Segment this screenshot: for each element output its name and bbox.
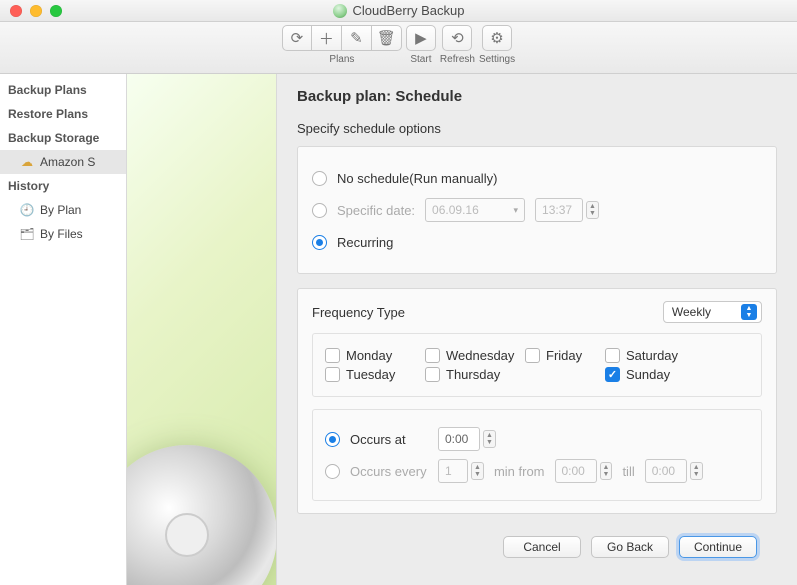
option-label: Specific date: — [337, 203, 415, 218]
checkbox-icon[interactable] — [425, 348, 440, 363]
toolbar-plans-label: Plans — [329, 54, 354, 65]
occurs-at-label: Occurs at — [350, 432, 428, 447]
option-specific-date[interactable]: Specific date: 06.09.16 ▾ 13:37 ▲▼ — [312, 197, 762, 223]
sidebar-item-by-files[interactable]: 🗂 By Files — [0, 222, 126, 246]
window-title-text: CloudBerry Backup — [353, 3, 465, 18]
occurs-every-value-input[interactable]: 1 — [438, 459, 468, 483]
option-occurs-at[interactable]: Occurs at 0:00 ▲▼ — [325, 426, 749, 452]
stepper-icon[interactable]: ▲▼ — [600, 462, 613, 480]
toolbar-settings-label: Settings — [479, 54, 515, 65]
occurs-at-time-input[interactable]: 0:00 — [438, 427, 480, 451]
sidebar-item-label: By Plan — [40, 203, 81, 217]
checkbox-friday[interactable]: Friday — [525, 348, 605, 363]
clock-icon: 🕘 — [20, 203, 34, 217]
main-panel: Backup plan: Schedule Specify schedule o… — [277, 74, 797, 585]
window-title: CloudBerry Backup — [0, 3, 797, 18]
sidebar: Backup Plans Restore Plans Backup Storag… — [0, 74, 127, 585]
min-from-label: min from — [494, 464, 545, 479]
refresh-plans-button[interactable]: ⟳ — [282, 25, 312, 51]
toolbar-refresh-label: Refresh — [440, 54, 475, 65]
option-noschedule[interactable]: No schedule(Run manually) — [312, 165, 762, 191]
add-plan-button[interactable]: ＋ — [312, 25, 342, 51]
delete-plan-button[interactable]: 🗑 — [372, 25, 402, 51]
from-time-input[interactable]: 0:00 — [555, 459, 597, 483]
titlebar: CloudBerry Backup — [0, 0, 797, 22]
app-icon — [333, 4, 347, 18]
occurrence-group: Occurs at 0:00 ▲▼ Occurs every 1 ▲▼ min … — [312, 409, 762, 501]
sidebar-heading-backup-storage: Backup Storage — [0, 126, 126, 150]
stepper-icon[interactable]: ▲▼ — [690, 462, 703, 480]
frequency-value: Weekly — [672, 305, 711, 319]
illustration-panel — [127, 74, 277, 585]
settings-button[interactable]: ⚙ — [482, 25, 512, 51]
days-group: Monday Wednesday Friday Saturday Tuesday… — [312, 333, 762, 397]
sidebar-item-amazon[interactable]: ☁ Amazon S — [0, 150, 126, 174]
option-label: No schedule(Run manually) — [337, 171, 497, 186]
checkbox-monday[interactable]: Monday — [325, 348, 425, 363]
radio-icon[interactable] — [312, 171, 327, 186]
start-button[interactable]: ▶ — [406, 25, 436, 51]
option-recurring[interactable]: Recurring — [312, 229, 762, 255]
radio-icon[interactable] — [312, 203, 327, 218]
select-arrows-icon: ▲▼ — [741, 304, 757, 320]
radio-icon[interactable] — [312, 235, 327, 250]
chevron-down-icon: ▾ — [514, 205, 519, 216]
minimize-icon[interactable] — [30, 5, 42, 17]
cancel-button[interactable]: Cancel — [503, 536, 581, 558]
occurs-every-label: Occurs every — [350, 464, 428, 479]
checkbox-saturday[interactable]: Saturday — [605, 348, 705, 363]
checkbox-tuesday[interactable]: Tuesday — [325, 367, 425, 382]
sidebar-item-by-plan[interactable]: 🕘 By Plan — [0, 198, 126, 222]
date-value: 06.09.16 — [432, 203, 479, 217]
date-input[interactable]: 06.09.16 ▾ — [425, 198, 525, 222]
cloud-icon: ☁ — [20, 155, 34, 169]
refresh-button[interactable]: ⟲ — [442, 25, 472, 51]
checkbox-icon[interactable] — [325, 367, 340, 382]
continue-button[interactable]: Continue — [679, 536, 757, 558]
go-back-button[interactable]: Go Back — [591, 536, 669, 558]
day-spacer — [525, 367, 605, 382]
option-occurs-every[interactable]: Occurs every 1 ▲▼ min from 0:00 ▲▼ till … — [325, 458, 749, 484]
frequency-select[interactable]: Weekly ▲▼ — [663, 301, 762, 323]
stepper-icon[interactable]: ▲▼ — [483, 430, 496, 448]
stepper-icon[interactable]: ▲▼ — [471, 462, 484, 480]
files-icon: 🗂 — [20, 227, 34, 241]
till-time-input[interactable]: 0:00 — [645, 459, 687, 483]
page-title: Backup plan: Schedule — [297, 88, 777, 105]
checkbox-icon[interactable] — [605, 367, 620, 382]
sidebar-item-label: By Files — [40, 227, 83, 241]
checkbox-thursday[interactable]: Thursday — [425, 367, 525, 382]
checkbox-icon[interactable] — [525, 348, 540, 363]
stepper-icon[interactable]: ▲▼ — [586, 201, 599, 219]
schedule-options-panel: No schedule(Run manually) Specific date:… — [297, 146, 777, 274]
sidebar-heading-history: History — [0, 174, 126, 198]
sidebar-heading-backup-plans: Backup Plans — [0, 78, 126, 102]
frequency-panel: Frequency Type Weekly ▲▼ Monday Wednesda… — [297, 288, 777, 514]
window-controls — [0, 5, 62, 17]
sidebar-heading-restore-plans: Restore Plans — [0, 102, 126, 126]
option-label: Recurring — [337, 235, 393, 250]
till-label: till — [622, 464, 634, 479]
sidebar-item-label: Amazon S — [40, 155, 95, 169]
checkbox-wednesday[interactable]: Wednesday — [425, 348, 525, 363]
edit-plan-button[interactable]: ✎ — [342, 25, 372, 51]
checkbox-icon[interactable] — [425, 367, 440, 382]
specify-schedule-label: Specify schedule options — [297, 121, 777, 136]
radio-icon[interactable] — [325, 464, 340, 479]
close-icon[interactable] — [10, 5, 22, 17]
zoom-icon[interactable] — [50, 5, 62, 17]
time-input[interactable]: 13:37 — [535, 198, 583, 222]
radio-icon[interactable] — [325, 432, 340, 447]
toolbar: ⟳ ＋ ✎ 🗑 Plans ▶ Start ⟲ Refresh ⚙ Settin… — [0, 22, 797, 74]
checkbox-icon[interactable] — [605, 348, 620, 363]
disc-illustration — [127, 445, 277, 585]
frequency-type-label: Frequency Type — [312, 305, 405, 320]
checkbox-icon[interactable] — [325, 348, 340, 363]
toolbar-start-label: Start — [410, 54, 431, 65]
wizard-footer: Cancel Go Back Continue — [297, 528, 777, 558]
checkbox-sunday[interactable]: Sunday — [605, 367, 705, 382]
